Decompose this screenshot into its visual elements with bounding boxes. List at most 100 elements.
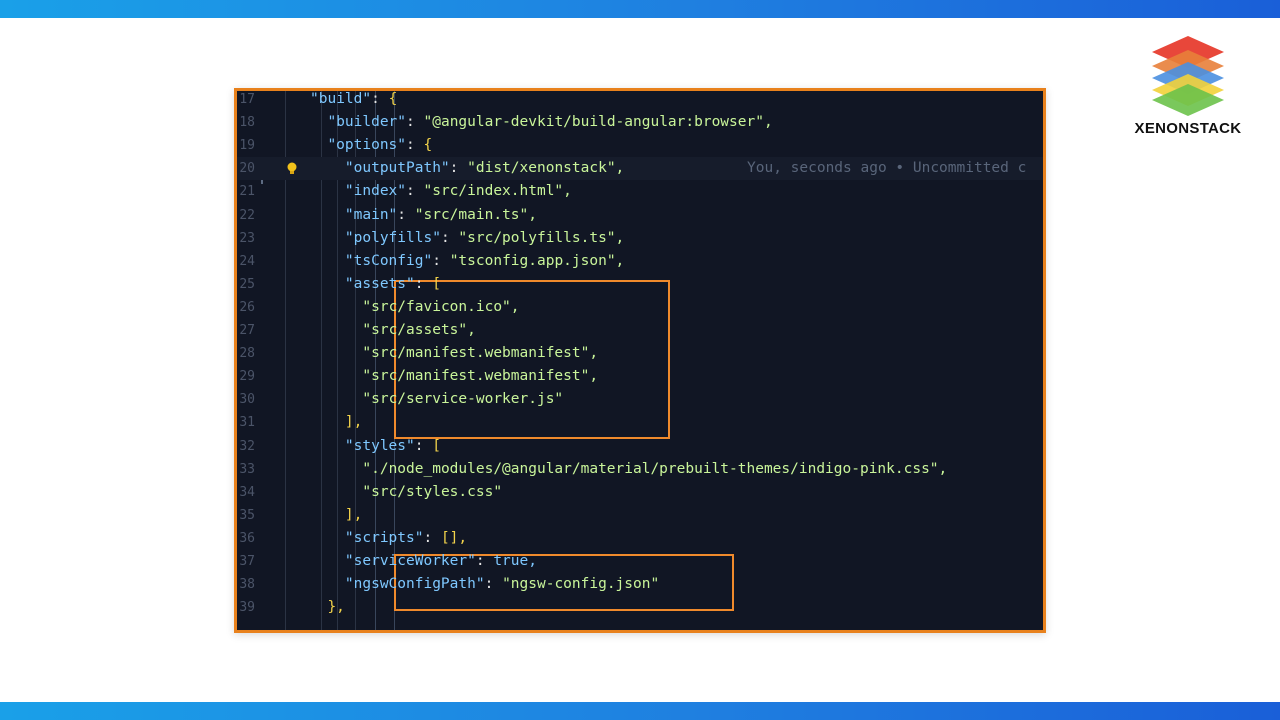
code-text: "styles": [ — [344, 437, 441, 454]
json-value: "@angular-devkit/build-angular:browser", — [423, 114, 773, 131]
code-text: "tsConfig": "tsconfig.app.json", — [344, 252, 625, 269]
line-number: 23 — [239, 230, 255, 246]
json-value: "src/service-worker.js" — [362, 391, 564, 408]
json-key: "build" — [310, 91, 372, 107]
json-key: "serviceWorker" — [344, 553, 476, 569]
bottom-accent-bar — [0, 702, 1280, 720]
line-number: 39 — [239, 600, 255, 616]
json-key: "builder" — [327, 114, 407, 131]
code-line[interactable]: 33 "./node_modules/@angular/material/preb… — [237, 458, 1043, 481]
code-text: "ngswConfigPath": "ngsw-config.json" — [344, 576, 660, 593]
code-line[interactable]: 20 "outputPath": "dist/xenonstack", You, s… — [237, 157, 1043, 181]
code-text: "src/service-worker.js" — [362, 388, 563, 411]
line-number: 36 — [239, 530, 255, 546]
code-line[interactable]: 19 "options": { — [237, 134, 1043, 157]
line-number: 32 — [239, 438, 255, 454]
lightbulb-icon[interactable] — [287, 161, 297, 175]
code-text: "src/manifest.webmanifest", — [362, 342, 598, 365]
code-text: "build": { — [310, 91, 398, 107]
code-line[interactable]: 18 "builder": "@angular-devkit/build-angu… — [237, 111, 1043, 134]
code-line[interactable]: 30 "src/service-worker.js" — [237, 388, 1043, 411]
json-value: ], — [344, 506, 363, 523]
code-text: "index": "src/index.html", — [344, 183, 572, 200]
json-key: "options" — [327, 137, 407, 154]
brand-name: XENONSTACK — [1134, 120, 1242, 137]
line-number: 25 — [239, 276, 255, 292]
code-line[interactable]: 25 "assets": [ — [237, 273, 1043, 296]
line-number: 22 — [239, 207, 255, 223]
code-text: "builder": "@angular-devkit/build-angula… — [327, 114, 773, 131]
json-value: "src/manifest.webmanifest", — [362, 368, 599, 385]
code-line[interactable]: 24 "tsConfig": "tsconfig.app.json", — [237, 250, 1043, 273]
code-line[interactable]: 26 "src/favicon.ico", — [237, 296, 1043, 319]
code-text: "main": "src/main.ts", — [344, 206, 537, 223]
json-key: "scripts" — [344, 529, 424, 546]
code-line[interactable]: 29 "src/manifest.webmanifest", — [237, 365, 1043, 388]
code-text: "scripts": [], — [344, 529, 468, 546]
json-value: { — [423, 137, 433, 154]
json-key: "assets" — [344, 275, 415, 292]
json-key: "polyfills" — [344, 229, 441, 246]
code-line[interactable]: 22 "main": "src/main.ts", — [237, 204, 1043, 227]
code-text: ], — [345, 504, 362, 527]
code-text: "assets": [ — [344, 275, 441, 292]
json-value: "src/favicon.ico", — [362, 298, 520, 315]
line-number: 27 — [239, 323, 255, 338]
code-text: "src/manifest.webmanifest", — [362, 365, 598, 388]
code-line[interactable]: 38 "ngswConfigPath": "ngsw-config.json" — [237, 573, 1043, 596]
json-value: "tsconfig.app.json", — [449, 252, 625, 269]
json-value: "src/manifest.webmanifest", — [362, 345, 599, 362]
json-value: [], — [440, 529, 468, 546]
line-number: 33 — [239, 461, 255, 477]
line-number: 37 — [239, 554, 255, 569]
json-value: "src/index.html", — [423, 183, 572, 200]
json-value: "src/styles.css" — [362, 483, 503, 500]
code-text: "options": { — [327, 137, 433, 154]
code-line[interactable]: 37 "serviceWorker": true, — [237, 550, 1043, 573]
code-text: "src/assets", — [362, 319, 476, 342]
json-key: "index" — [344, 183, 407, 200]
line-number: 24 — [239, 253, 255, 269]
code-line[interactable]: 31], — [237, 411, 1043, 434]
code-text: "src/favicon.ico", — [362, 296, 519, 319]
line-number: 31 — [239, 415, 255, 431]
code-line[interactable]: 23 "polyfills": "src/polyfills.ts", — [237, 227, 1043, 250]
line-number: 29 — [239, 369, 255, 385]
line-number: 17 — [239, 92, 255, 107]
json-key: "ngswConfigPath" — [344, 576, 485, 593]
code-text: "src/styles.css" — [362, 481, 502, 504]
code-text: "serviceWorker": true, — [344, 553, 537, 569]
line-number: 26 — [239, 299, 255, 315]
json-value: "src/polyfills.ts", — [458, 229, 625, 246]
json-key: "tsConfig" — [344, 252, 433, 269]
line-number: 18 — [239, 115, 255, 131]
json-value: "ngsw-config.json" — [502, 576, 660, 593]
line-number: 20 — [239, 161, 255, 177]
code-line[interactable]: 17 "build": { — [237, 91, 1043, 111]
code-editor[interactable]: 17 "build": { 18 "builder": "@angular-devki… — [234, 88, 1046, 633]
code-line[interactable]: 39}, — [237, 596, 1043, 619]
code-line[interactable]: 32 "styles": [ — [237, 435, 1043, 458]
json-value: "src/assets", — [362, 322, 476, 338]
json-value: { — [388, 91, 398, 107]
code-line[interactable]: 27 "src/assets", — [237, 319, 1043, 342]
code-text: "./node_modules/@angular/material/prebui… — [362, 458, 947, 481]
code-line[interactable]: 28 "src/manifest.webmanifest", — [237, 342, 1043, 365]
json-value: "dist/xenonstack", — [467, 160, 625, 177]
line-number: 19 — [239, 138, 255, 154]
json-key: "main" — [344, 206, 398, 223]
code-line[interactable]: 36 "scripts": [], — [237, 527, 1043, 550]
line-number: 38 — [239, 577, 255, 593]
code-line[interactable]: 21 "index": "src/index.html", — [237, 180, 1043, 203]
line-number: 35 — [239, 507, 255, 523]
xenonstack-logo: XENONSTACK — [1118, 34, 1258, 144]
json-value: true, — [493, 553, 537, 569]
code-text: ], — [345, 411, 362, 434]
git-blame-annotation: You, seconds ago • Uncommitted c — [747, 160, 1027, 177]
json-value: }, — [327, 599, 345, 616]
json-value: [ — [432, 275, 441, 292]
code-line[interactable]: 35], — [237, 504, 1043, 527]
line-number: 34 — [239, 484, 255, 500]
code-line[interactable]: 34 "src/styles.css" — [237, 481, 1043, 504]
json-value: ], — [344, 414, 363, 431]
